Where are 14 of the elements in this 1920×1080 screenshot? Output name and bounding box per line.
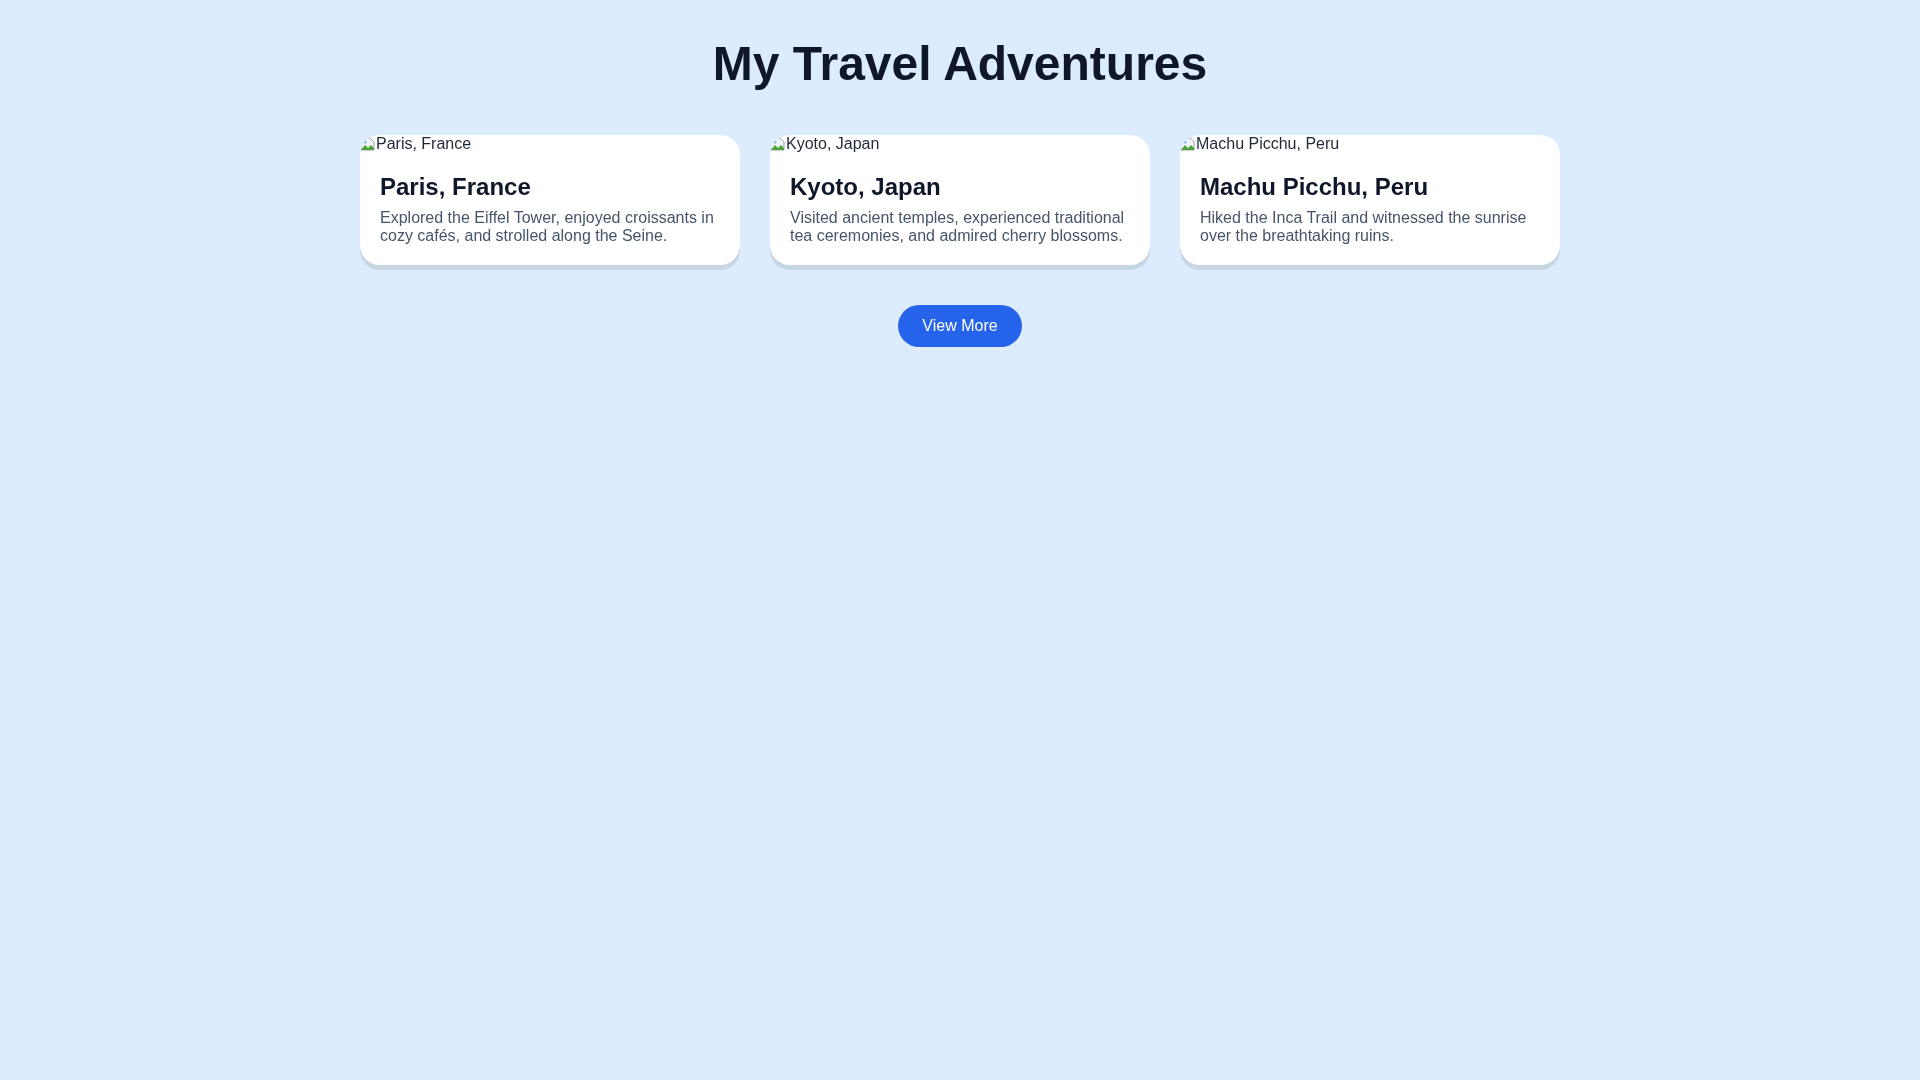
image-alt-text: Kyoto, Japan bbox=[786, 135, 880, 153]
image-alt-text: Machu Picchu, Peru bbox=[1196, 135, 1340, 153]
card-title: Kyoto, Japan bbox=[790, 173, 942, 201]
card-description: Explored the Eiffel Tower, enjoyed croissants in cozy cafés, and strolled along the Seine. bbox=[380, 209, 715, 245]
card-description: Visited ancient temples, experienced traditional tea ceremonies, and admired cherry blossoms. bbox=[790, 209, 1126, 245]
page-title: My Travel Adventures bbox=[712, 40, 1208, 88]
card-title: Machu Picchu, Peru bbox=[1200, 173, 1430, 201]
card-description: Hiked the Inca Trail and witnessed the sunrise over the breathtaking ruins. bbox=[1200, 209, 1528, 245]
broken-image-icon bbox=[1180, 136, 1196, 152]
broken-image-icon bbox=[360, 136, 376, 152]
view-more-button[interactable]: View More bbox=[898, 305, 1022, 347]
broken-image-icon bbox=[770, 136, 786, 152]
image-alt-text: Paris, France bbox=[376, 135, 472, 153]
card-title: Paris, France bbox=[380, 173, 532, 201]
